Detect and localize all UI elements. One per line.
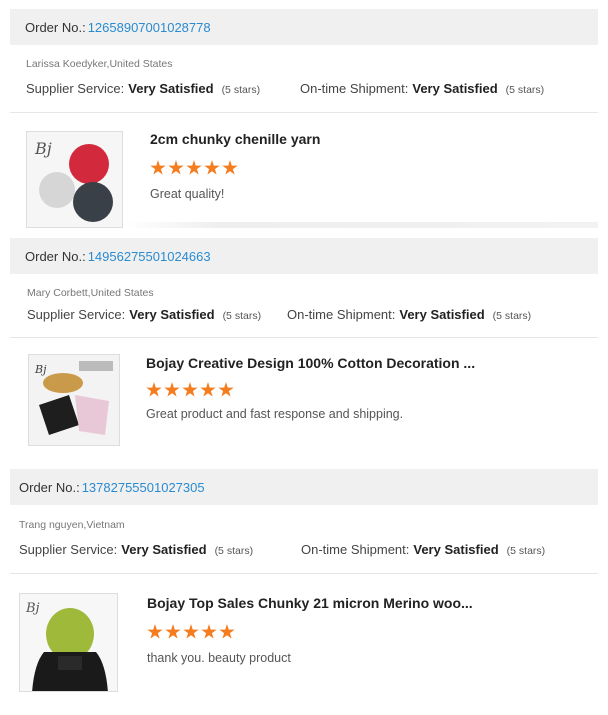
ratings-row: Supplier Service: Very Satisfied (5 star… (26, 81, 544, 96)
order-bar: Order No.: 13782755501027305 (10, 469, 598, 505)
star-rating (146, 382, 234, 398)
star-icon (218, 382, 234, 397)
product-image[interactable]: Bj (28, 354, 120, 446)
svg-text:Bj: Bj (34, 139, 52, 158)
shipment-value: Very Satisfied (412, 81, 498, 96)
order-bar: Order No.: 14956275501024663 (10, 238, 598, 274)
product-image[interactable]: Bj (26, 131, 123, 228)
order-number-link[interactable]: 12658907001028778 (88, 20, 211, 35)
star-rating (150, 160, 238, 176)
star-icon (182, 382, 198, 397)
shipment-label: On-time Shipment: (300, 81, 409, 96)
review-comment: thank you. beauty product (147, 651, 291, 665)
review-comment: Great product and fast response and ship… (146, 407, 404, 421)
supplier-service-stars: (5 stars) (222, 310, 262, 322)
supplier-service-label: Supplier Service: (26, 81, 125, 96)
star-icon (165, 624, 181, 639)
star-icon (146, 382, 162, 397)
ratings-row: Supplier Service: Very Satisfied (5 star… (27, 307, 531, 322)
star-icon (222, 160, 238, 175)
ratings-row: Supplier Service: Very Satisfied (5 star… (19, 542, 545, 557)
supplier-service-stars: (5 stars) (214, 545, 254, 557)
shipment-stars: (5 stars) (492, 310, 532, 322)
supplier-service-label: Supplier Service: (27, 307, 126, 322)
supplier-service-value: Very Satisfied (129, 307, 215, 322)
order-bar: Order No.: 12658907001028778 (10, 9, 598, 45)
star-icon (201, 624, 217, 639)
divider (10, 573, 598, 574)
shipment-value: Very Satisfied (399, 307, 485, 322)
buyer-name: Mary Corbett,United States (27, 287, 154, 299)
divider (124, 222, 598, 228)
review-comment: Great quality! (150, 187, 225, 201)
product-title-link[interactable]: Bojay Top Sales Chunky 21 micron Merino … (147, 595, 473, 611)
supplier-service-stars: (5 stars) (221, 84, 261, 96)
shipment-value: Very Satisfied (413, 542, 499, 557)
buyer-name: Larissa Koedyker,United States (26, 58, 173, 70)
product-image[interactable]: Bj (19, 593, 118, 692)
star-icon (183, 624, 199, 639)
supplier-service-label: Supplier Service: (19, 542, 118, 557)
order-number-link[interactable]: 14956275501024663 (88, 249, 211, 264)
supplier-service-value: Very Satisfied (121, 542, 207, 557)
star-icon (186, 160, 202, 175)
shipment-label: On-time Shipment: (301, 542, 410, 557)
order-label: Order No.: (19, 479, 80, 495)
star-icon (164, 382, 180, 397)
star-icon (150, 160, 166, 175)
star-icon (219, 624, 235, 639)
order-label: Order No.: (25, 19, 86, 35)
product-title-link[interactable]: Bojay Creative Design 100% Cotton Decora… (146, 355, 475, 371)
order-number-link[interactable]: 13782755501027305 (82, 480, 205, 495)
divider (10, 112, 598, 113)
divider (10, 337, 598, 338)
supplier-service-value: Very Satisfied (128, 81, 214, 96)
star-icon (204, 160, 220, 175)
order-label: Order No.: (25, 248, 86, 264)
product-title-link[interactable]: 2cm chunky chenille yarn (150, 131, 320, 147)
shipment-stars: (5 stars) (506, 545, 546, 557)
svg-text:Bj: Bj (25, 601, 40, 616)
shipment-stars: (5 stars) (505, 84, 545, 96)
star-rating (147, 624, 235, 640)
star-icon (147, 624, 163, 639)
star-icon (168, 160, 184, 175)
svg-text:Bj: Bj (34, 363, 47, 376)
star-icon (200, 382, 216, 397)
shipment-label: On-time Shipment: (287, 307, 396, 322)
buyer-name: Trang nguyen,Vietnam (19, 519, 125, 531)
